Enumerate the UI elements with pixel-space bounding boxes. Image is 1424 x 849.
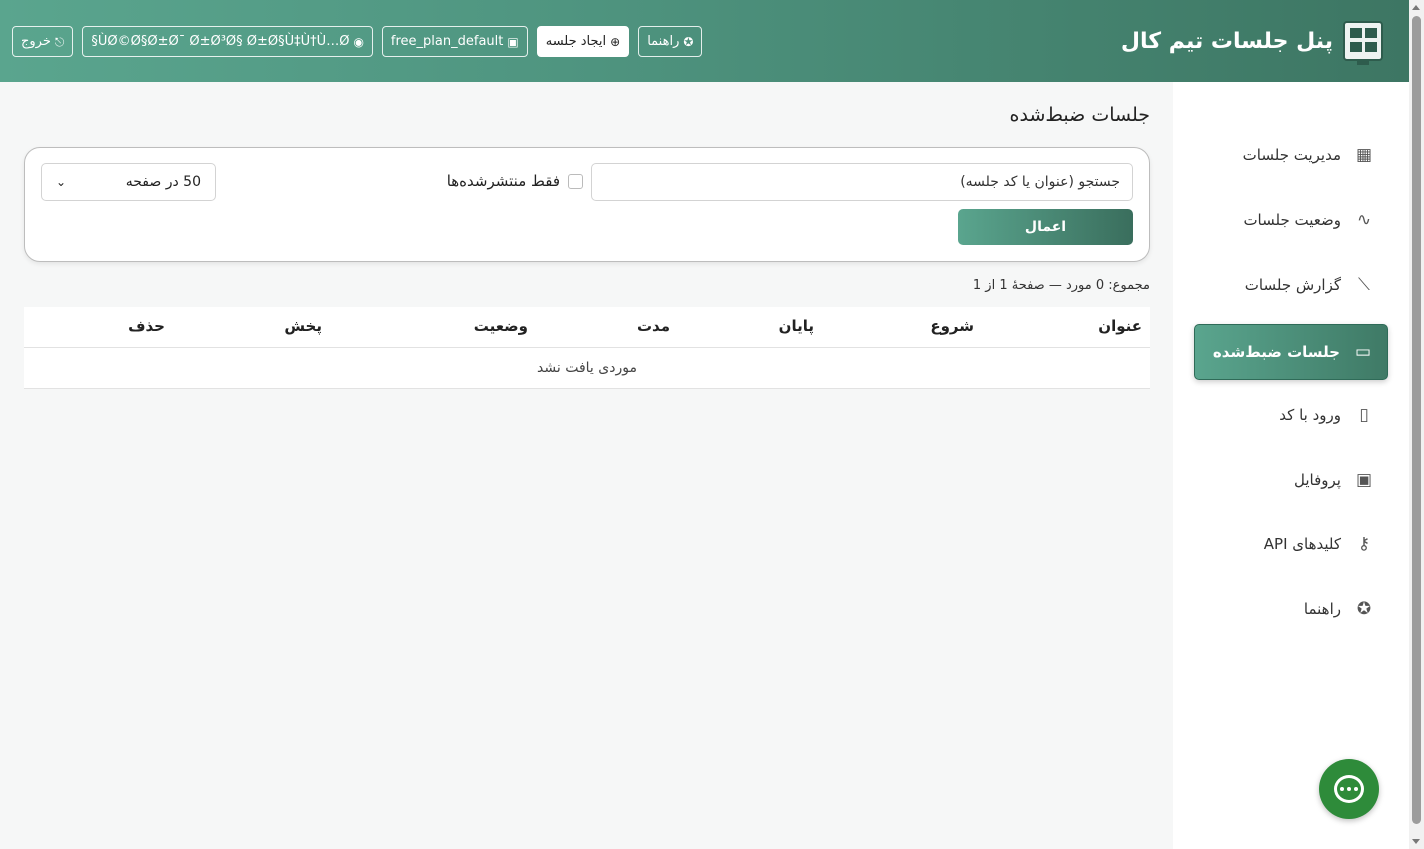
sidebar-item-meeting-management[interactable]: ▦ مدیریت جلسات [1194, 127, 1388, 183]
column-delete: حذف [128, 317, 165, 335]
help-button[interactable]: ✪ راهنما [638, 26, 703, 57]
chart-line-icon: ⟋ [1358, 275, 1370, 295]
page-title: جلسات ضبط‌شده [1009, 104, 1150, 126]
search-input[interactable] [591, 163, 1133, 201]
brand[interactable]: پنل جلسات تیم کال [1120, 20, 1383, 65]
column-status: وضعیت [473, 317, 528, 335]
recordings-table: عنوان شروع پایان مدت وضعیت پخش حذف موردی… [24, 307, 1150, 389]
profile-icon: ▣ [1355, 470, 1373, 490]
app-title: پنل جلسات تیم کال [1120, 28, 1333, 54]
activity-icon: ∿ [1356, 210, 1372, 230]
top-header: پنل جلسات تیم کال ⎋ خروج ◉ §ÙØ©Ø§Ø±Ø¯ Ø±… [0, 0, 1409, 82]
filter-card: فقط منتشرشده‌ها 50 در صفحه ⌄ اعمال [24, 147, 1150, 262]
create-meeting-button[interactable]: ⊕ ایجاد جلسه [536, 26, 630, 57]
package-icon: ▣ [507, 34, 519, 49]
lifebuoy-icon: ✪ [1356, 599, 1372, 619]
logout-icon: ⎋ [54, 34, 65, 49]
sidebar-item-meeting-reports[interactable]: ⟋ گزارش جلسات [1194, 257, 1388, 313]
plus-circle-icon: ⊕ [610, 34, 621, 49]
user-circle-icon: ◉ [353, 34, 364, 49]
table-header: عنوان شروع پایان مدت وضعیت پخش حذف [24, 307, 1150, 348]
empty-state-row: موردی یافت نشد [24, 348, 1150, 389]
sidebar-item-profile[interactable]: ▣ پروفایل [1194, 452, 1388, 508]
video-camera-icon: ▭ [1354, 342, 1372, 362]
column-duration: مدت [636, 317, 670, 335]
results-summary: مجموع: 0 مورد — صفحهٔ 1 از 1 [972, 278, 1150, 293]
sidebar-item-api-keys[interactable]: ⚷ کلیدهای API [1194, 516, 1388, 572]
per-page-select[interactable]: 50 در صفحه ⌄ [41, 163, 216, 201]
column-title: عنوان [1098, 317, 1142, 335]
door-icon: ▯ [1359, 405, 1369, 425]
app-logo-icon [1343, 21, 1383, 65]
grid-icon: ▦ [1355, 145, 1373, 165]
key-icon: ⚷ [1357, 534, 1371, 554]
published-only-checkbox[interactable]: فقط منتشرشده‌ها [447, 172, 583, 190]
column-play: پخش [284, 317, 322, 335]
logout-button[interactable]: ⎋ خروج [12, 26, 74, 57]
sidebar: ▦ مدیریت جلسات ∿ وضعیت جلسات ⟋ گزارش جلس… [1173, 82, 1409, 849]
scrollbar-thumb[interactable] [1412, 16, 1421, 824]
user-button[interactable]: ◉ §ÙØ©Ø§Ø±Ø¯ Ø±Ø³Ø§ Ø±Ø§Ù‡Ù†Ù…Ø [82, 26, 373, 57]
chat-bubble-icon [1334, 775, 1364, 803]
column-end: پایان [778, 317, 814, 335]
header-actions: ⎋ خروج ◉ §ÙØ©Ø§Ø±Ø¯ Ø±Ø³Ø§ Ø±Ø§Ù‡Ù†Ù…Ø ▣… [12, 26, 703, 57]
sidebar-item-recorded-meetings[interactable]: ▭ جلسات ضبط‌شده [1194, 324, 1388, 380]
sidebar-item-join-by-code[interactable]: ▯ ورود با کد [1194, 387, 1388, 443]
checkbox-box[interactable] [568, 173, 583, 189]
page-scrollbar[interactable] [1409, 0, 1424, 849]
chevron-down-icon: ⌄ [56, 175, 67, 189]
scroll-up-icon[interactable] [1412, 5, 1420, 10]
scroll-down-icon[interactable] [1412, 839, 1420, 844]
apply-button[interactable]: اعمال [958, 209, 1133, 245]
chat-button[interactable] [1319, 759, 1379, 819]
sidebar-item-meeting-status[interactable]: ∿ وضعیت جلسات [1194, 192, 1388, 248]
sidebar-item-help[interactable]: ✪ راهنما [1194, 581, 1388, 637]
column-start: شروع [930, 317, 974, 335]
plan-button[interactable]: ▣ free_plan_default [381, 26, 528, 57]
lifebuoy-icon: ✪ [683, 34, 694, 49]
